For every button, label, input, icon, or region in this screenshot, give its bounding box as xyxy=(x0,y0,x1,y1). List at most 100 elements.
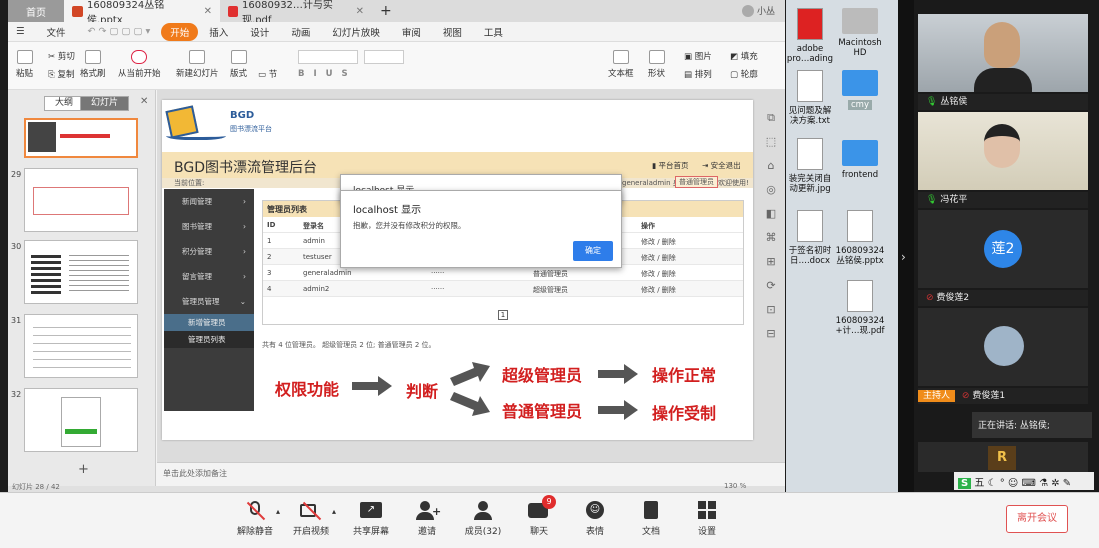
participant-video[interactable] xyxy=(918,112,1088,190)
menu-start[interactable]: 开始 xyxy=(161,22,199,41)
tab-home[interactable]: 首页 xyxy=(8,0,64,22)
share-screen-button[interactable]: ↗ 共享屏幕 xyxy=(346,501,396,537)
edit-delete-link[interactable]: 修改 / 删除 xyxy=(641,237,676,247)
chat-button[interactable]: 9 聊天 xyxy=(514,495,564,537)
platform-home-label: 平台首页 xyxy=(658,161,689,170)
chevron-right-icon[interactable]: › xyxy=(901,250,906,264)
platform-home-link[interactable]: ▮ 平台首页 xyxy=(652,160,689,171)
desktop-file[interactable]: 160809324 +计…现.pdf xyxy=(830,280,890,336)
notes-area[interactable]: 单击此处添加备注 xyxy=(157,462,785,486)
slide-thumbnail[interactable] xyxy=(24,168,138,232)
edit-delete-link[interactable]: 修改 / 删除 xyxy=(641,253,676,263)
cell-id: 2 xyxy=(267,253,272,261)
breadcrumb-label: 当前位置: xyxy=(174,179,205,187)
participant-tile[interactable]: R xyxy=(918,442,1088,472)
menu-tools[interactable]: 工具 xyxy=(473,25,514,39)
text-format-buttons[interactable]: BIUS xyxy=(298,69,357,79)
tab-pptx[interactable]: 160809324丛铭侯.pptx ✕ xyxy=(64,0,220,26)
hamburger-icon[interactable]: ☰ xyxy=(8,26,36,37)
invite-button[interactable]: + 邀请 xyxy=(402,501,452,537)
copy-button[interactable]: ⎘ 复制 xyxy=(48,68,75,80)
paste-button[interactable]: 粘贴 xyxy=(16,50,33,79)
zoom-level[interactable]: 130 % xyxy=(724,482,746,490)
menu-animation[interactable]: 动画 xyxy=(280,25,321,39)
side-menu-label: 图书管理 xyxy=(182,222,212,231)
video-button[interactable]: 开启视频 xyxy=(286,501,336,537)
chevron-up-icon[interactable]: ▴ xyxy=(276,507,280,516)
arrange-button[interactable]: ▤ 排列 xyxy=(684,68,712,80)
tab-outline[interactable]: 大纲 xyxy=(44,96,85,111)
desktop-folder[interactable]: cmy xyxy=(830,70,890,110)
menu-slideshow[interactable]: 幻灯片放映 xyxy=(321,25,391,39)
menu-insert[interactable]: 插入 xyxy=(198,25,239,39)
picture-button[interactable]: ▣ 图片 xyxy=(684,50,712,62)
slide-thumbnail[interactable] xyxy=(24,314,138,378)
edit-delete-link[interactable]: 修改 / 删除 xyxy=(641,285,676,295)
format-painter-button[interactable]: 格式刷 xyxy=(80,50,106,79)
slide[interactable]: BGD 图书漂流平台 BGD图书漂流管理后台 ▮ 平台首页 ⇥ 安全退出 当前位… xyxy=(162,100,753,440)
layout-button[interactable]: 版式 xyxy=(230,50,247,79)
font-size-select[interactable] xyxy=(364,50,404,64)
docs-button[interactable]: 文档 xyxy=(626,501,676,537)
invite-label: 邀请 xyxy=(417,527,436,537)
chevron-right-icon: › xyxy=(243,222,246,231)
side-menu-messages[interactable]: 留言管理 › xyxy=(164,264,254,289)
participant-tile[interactable] xyxy=(918,308,1088,386)
shape-button[interactable]: 形状 xyxy=(648,50,665,79)
desktop-folder[interactable]: frontend xyxy=(830,140,890,180)
tab-pdf[interactable]: 16080932…计与实现.pdf ✕ xyxy=(220,0,372,26)
section-button[interactable]: ▭ 节 xyxy=(258,68,277,80)
outline-button[interactable]: ▢ 轮廓 xyxy=(730,68,758,80)
close-pane-icon[interactable]: ✕ xyxy=(140,96,148,107)
desktop-file[interactable]: 160809324 丛铭侯.pptx xyxy=(830,210,890,266)
close-icon[interactable]: ✕ xyxy=(204,6,212,17)
logout-link[interactable]: ⇥ 安全退出 xyxy=(702,160,741,171)
from-current-button[interactable]: 从当前开始 xyxy=(118,50,161,79)
menu-review[interactable]: 审阅 xyxy=(391,25,432,39)
slide-thumbnail[interactable] xyxy=(24,118,138,158)
tab-slides[interactable]: 幻灯片 xyxy=(80,96,130,111)
textbox-button[interactable]: 文本框 xyxy=(608,50,634,79)
add-slide-button[interactable]: + xyxy=(78,462,89,477)
menu-view[interactable]: 视图 xyxy=(432,25,473,39)
new-slide-button[interactable]: 新建幻灯片 xyxy=(176,50,219,79)
col-op: 操作 xyxy=(641,222,655,230)
font-name-select[interactable] xyxy=(298,50,358,64)
participant-video[interactable] xyxy=(918,14,1088,92)
side-tool-strip[interactable]: ⧉ ⬚ ⌂ ◎ ◧ ⌘ ⊞ ⟳ ⊡ ⊟ xyxy=(761,106,781,340)
side-menu-admin-list[interactable]: 管理员列表 xyxy=(164,331,254,348)
unmute-label: 解除静音 xyxy=(236,527,273,537)
leave-meeting-button[interactable]: 离开会议 xyxy=(1006,505,1068,533)
members-button[interactable]: 成员(32) xyxy=(458,501,508,537)
side-menu-admins[interactable]: 管理员管理 ⌄ xyxy=(164,289,254,314)
dialog-ok-button[interactable]: 确定 xyxy=(573,241,613,261)
participant-tile[interactable]: 莲2 xyxy=(918,210,1088,288)
close-icon[interactable]: ✕ xyxy=(356,6,364,17)
side-menu-books[interactable]: 图书管理 › xyxy=(164,214,254,239)
chevron-up-icon[interactable]: ▴ xyxy=(332,507,336,516)
desktop-drive-label: Macintosh HD xyxy=(838,38,882,58)
slide-thumbnail[interactable] xyxy=(24,240,138,304)
participant-avatar xyxy=(984,326,1024,366)
ime-toolbar[interactable]: S 五 ☾ ° ☺ ⌨ ⚗ ✲ ✎ xyxy=(954,472,1094,490)
chevron-right-icon: › xyxy=(243,247,246,256)
side-menu-points[interactable]: 积分管理 › xyxy=(164,239,254,264)
menu-file[interactable]: 文件 xyxy=(36,25,77,39)
side-menu-add-admin[interactable]: 新增管理员 xyxy=(164,314,254,331)
cut-button[interactable]: ✂ 剪切 xyxy=(48,50,75,62)
unmute-button[interactable]: 解除静音 xyxy=(230,501,280,537)
pagination-page[interactable]: 1 xyxy=(498,310,508,320)
emoji-button[interactable]: ☺ 表情 xyxy=(570,501,620,537)
desktop-drive[interactable]: Macintosh HD xyxy=(830,8,890,58)
cut-label: 剪切 xyxy=(57,52,75,62)
undo-icon[interactable]: ↶ ↷ ▢ ▢ ▢ ▾ xyxy=(77,26,162,37)
side-menu-news[interactable]: 新闻管理 › xyxy=(164,189,254,214)
emoji-icon: ☺ xyxy=(584,501,606,521)
slide-thumbnail[interactable] xyxy=(24,388,138,452)
fill-button[interactable]: ◩ 填充 xyxy=(730,50,758,62)
settings-button[interactable]: 设置 xyxy=(682,501,732,537)
user-badge[interactable]: 小丛 xyxy=(741,4,775,17)
new-tab-button[interactable]: + xyxy=(372,0,400,22)
menu-design[interactable]: 设计 xyxy=(239,25,280,39)
edit-delete-link[interactable]: 修改 / 删除 xyxy=(641,269,676,279)
